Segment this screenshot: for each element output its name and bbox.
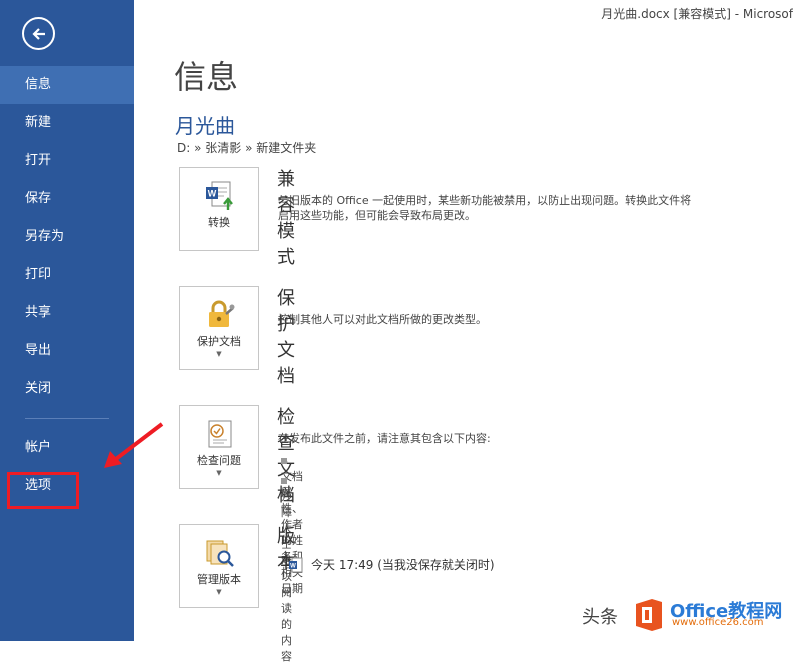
protect-description: 控制其他人可以对此文档所做的更改类型。 (278, 313, 487, 326)
file-name: 月光曲 (175, 114, 235, 138)
versions-section: 管理版本 ▼ 版本 W 今天 17:49 (当我没保存就关闭时) (179, 524, 495, 608)
backstage-sidebar: 信息 新建 打开 保存 另存为 打印 共享 导出 关闭 帐户 选项 (0, 0, 134, 641)
check-for-issues-button[interactable]: 检查问题 ▼ (179, 405, 259, 489)
window-title: 月光曲.docx [兼容模式] - Microsof (601, 7, 793, 21)
inspect-section: 检查问题 ▼ 检查文档 在发布此文件之前，请注意其包含以下内容: 文档属性、作者… (179, 405, 491, 663)
options-highlight-box (7, 472, 79, 509)
inspect-description: 在发布此文件之前，请注意其包含以下内容: (278, 432, 491, 445)
manage-versions-label: 管理版本 (197, 573, 241, 586)
convert-doc-icon: W (206, 181, 233, 210)
protect-heading: 保护文档 (277, 288, 295, 387)
svg-text:W: W (290, 564, 296, 570)
bullet-icon (281, 458, 287, 464)
watermark-url: www.office26.com (672, 617, 764, 628)
bullet-icon (281, 478, 287, 484)
sidebar-item-export[interactable]: 导出 (0, 332, 134, 370)
back-arrow-icon (31, 27, 45, 40)
protect-document-label: 保护文档 (197, 335, 241, 348)
lock-icon (209, 300, 235, 327)
watermark: 头条 Office教程网 www.office26.com (582, 595, 793, 635)
compat-desc-line-1: 与旧版本的 Office 一起使用时，某些新功能被禁用，以防止出现问题。转换此文… (278, 194, 692, 207)
annotation-arrow-icon (104, 422, 164, 468)
dropdown-caret-icon: ▼ (216, 350, 222, 358)
compat-section: W 转换 兼容模式 与旧版本的 Office 一起使用时，某些新功能被禁用，以防… (179, 167, 691, 268)
sidebar-item-info[interactable]: 信息 (0, 66, 134, 104)
manage-versions-button[interactable]: 管理版本 ▼ (179, 524, 259, 608)
protect-document-button[interactable]: 保护文档 ▼ (179, 286, 259, 370)
compat-description: 与旧版本的 Office 一起使用时，某些新功能被禁用，以防止出现问题。转换此文… (278, 193, 738, 223)
version-entry[interactable]: 今天 17:49 (当我没保存就关闭时) (311, 556, 495, 573)
sidebar-item-new[interactable]: 新建 (0, 104, 134, 142)
inspect-doc-icon (208, 420, 232, 448)
sidebar-item-close[interactable]: 关闭 (0, 370, 134, 408)
bullet-text: 残障人士难以阅读的内容 (281, 490, 292, 663)
word-doc-icon: W (289, 557, 303, 573)
svg-text:W: W (208, 189, 217, 199)
convert-button[interactable]: W 转换 (179, 167, 259, 251)
convert-button-label: 转换 (208, 216, 230, 229)
dropdown-caret-icon: ▼ (216, 588, 222, 596)
sidebar-item-save[interactable]: 保存 (0, 180, 134, 218)
protect-section: 保护文档 ▼ 保护文档 控制其他人可以对此文档所做的更改类型。 (179, 286, 487, 387)
compat-desc-line-2: 启用这些功能，但可能会导致布局更改。 (278, 209, 476, 222)
check-for-issues-label: 检查问题 (197, 454, 241, 467)
office-logo-icon (636, 599, 662, 631)
file-path-breadcrumb[interactable]: D: » 张清影 » 新建文件夹 (177, 139, 316, 156)
dropdown-caret-icon: ▼ (216, 469, 222, 477)
sidebar-item-print[interactable]: 打印 (0, 256, 134, 294)
watermark-text: 头条 (582, 607, 618, 628)
page-title: 信息 (174, 58, 239, 96)
sidebar-item-share[interactable]: 共享 (0, 294, 134, 332)
sidebar-item-save-as[interactable]: 另存为 (0, 218, 134, 256)
versions-icon (206, 540, 234, 567)
sidebar-divider (25, 418, 109, 419)
sidebar-item-open[interactable]: 打开 (0, 142, 134, 180)
back-button[interactable] (22, 17, 55, 50)
